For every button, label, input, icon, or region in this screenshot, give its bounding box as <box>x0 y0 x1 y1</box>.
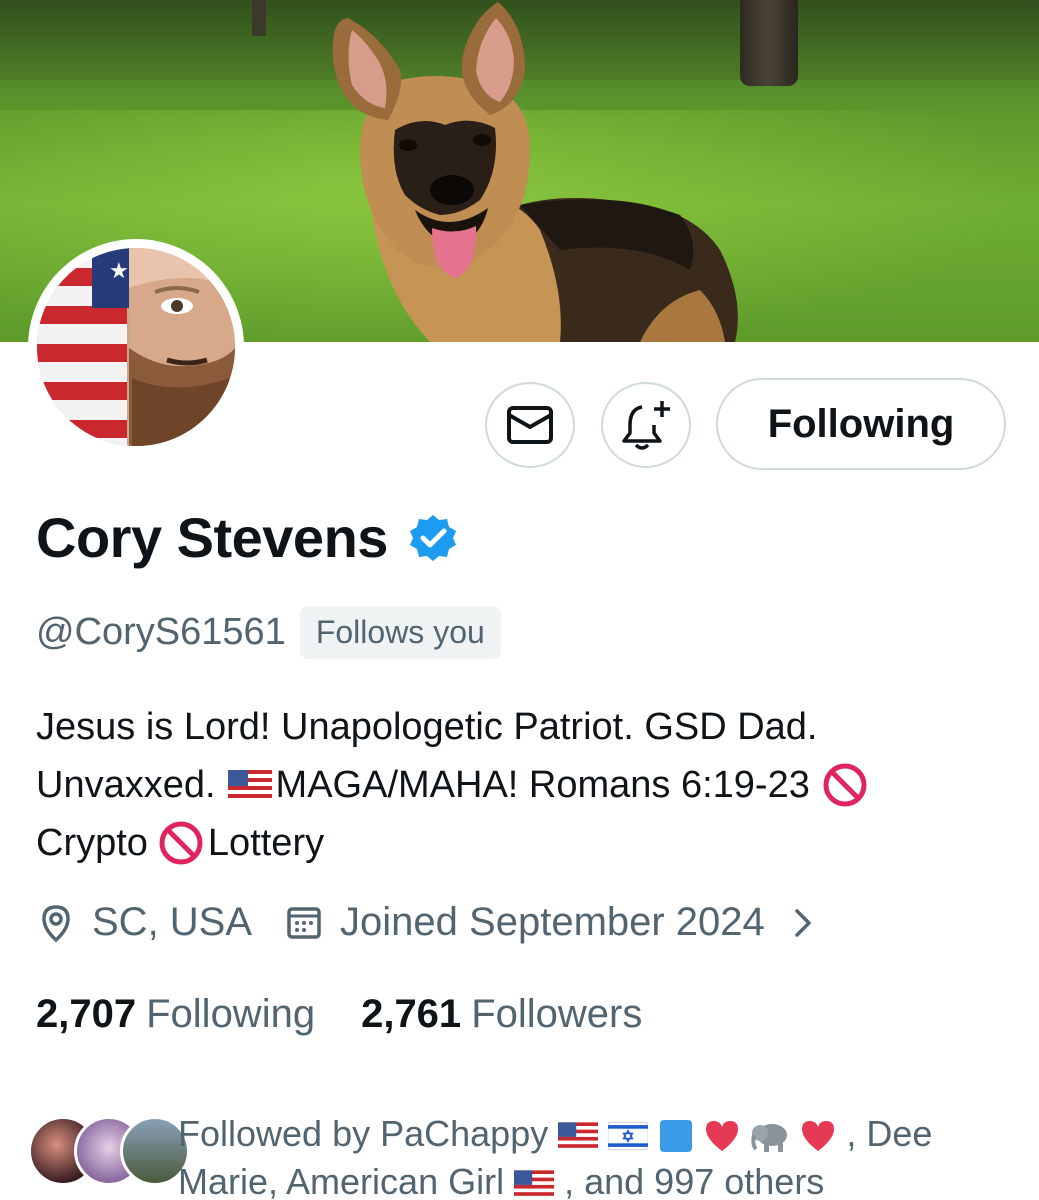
follows-you-badge: Follows you <box>299 606 501 659</box>
user-handle: @CoryS61561 <box>36 611 286 653</box>
bio-text-3b: Lottery <box>207 822 325 864</box>
calendar-icon <box>287 906 321 939</box>
elephant-icon <box>751 1124 788 1153</box>
followers-stat-link[interactable]: 2,761 Followers <box>361 992 642 1037</box>
handle-row: @CoryS61561 Follows you <box>36 606 501 659</box>
followed-by-middle: , Dee <box>846 1113 933 1154</box>
bio-line-2: Unvaxxed. MAGA/MAHA! Romans 6:19-23 <box>36 756 1016 814</box>
us-flag-icon <box>558 1122 599 1151</box>
location-item: SC, USA <box>36 900 252 945</box>
avatar-photo: ★ <box>37 248 235 446</box>
follow-stats: 2,707 Following 2,761 Followers <box>36 992 642 1037</box>
location-pin-icon <box>42 904 70 942</box>
bio-text-1: Jesus is Lord! Unapologetic Patriot. GSD… <box>36 706 818 748</box>
joined-text: Joined September 2024 <box>340 900 765 944</box>
followers-label: Followers <box>471 992 643 1036</box>
red-heart-icon <box>802 1121 835 1152</box>
bell-plus-icon <box>622 401 670 450</box>
prohibited-icon <box>159 821 203 865</box>
israel-flag-icon <box>608 1122 649 1151</box>
following-button[interactable]: Following <box>716 378 1006 470</box>
followed-by-prefix: Followed by PaChappy <box>178 1113 549 1154</box>
display-name-row: Cory Stevens <box>36 505 458 570</box>
profile-avatar[interactable]: ★ <box>28 239 244 455</box>
blue-square-icon <box>660 1120 693 1153</box>
followers-count: 2,761 <box>361 992 462 1036</box>
profile-bio: Jesus is Lord! Unapologetic Patriot. GSD… <box>36 698 1016 872</box>
followed-by-section[interactable]: Followed by PaChappy , Dee Marie, Americ… <box>28 1110 1028 1200</box>
verified-badge-icon[interactable] <box>408 513 458 563</box>
location-text: SC, USA <box>92 900 253 944</box>
bio-line-1: Jesus is Lord! Unapologetic Patriot. GSD… <box>36 698 1016 756</box>
joined-item[interactable]: Joined September 2024 <box>284 900 819 945</box>
avatar-flag-face-image: ★ <box>37 248 235 446</box>
bio-text-3a: Crypto <box>36 822 148 864</box>
followed-by-text: Followed by PaChappy , Dee Marie, Americ… <box>178 1110 998 1200</box>
bio-text-2b: MAGA/MAHA! Romans 6:19-23 <box>275 764 810 806</box>
svg-text:★: ★ <box>109 259 129 284</box>
chevron-right-icon <box>795 908 811 937</box>
followed-by-line2b: , and 997 others <box>564 1161 825 1200</box>
followed-by-line2a: Marie, American Girl <box>178 1161 505 1200</box>
us-flag-icon <box>227 770 272 800</box>
red-heart-icon <box>706 1121 739 1152</box>
notifications-button[interactable] <box>601 382 691 468</box>
following-count: 2,707 <box>36 992 137 1036</box>
bio-line-3: Crypto Lottery <box>36 814 1016 872</box>
following-label: Following <box>146 992 316 1036</box>
following-stat-link[interactable]: 2,707 Following <box>36 992 315 1037</box>
display-name: Cory Stevens <box>36 506 388 569</box>
message-button[interactable] <box>485 382 575 468</box>
profile-meta-row: SC, USA Joined September 2024 <box>36 900 819 945</box>
bio-text-2a: Unvaxxed. <box>36 764 216 806</box>
us-flag-icon <box>514 1170 555 1199</box>
prohibited-icon <box>823 763 867 807</box>
envelope-icon <box>507 406 553 444</box>
